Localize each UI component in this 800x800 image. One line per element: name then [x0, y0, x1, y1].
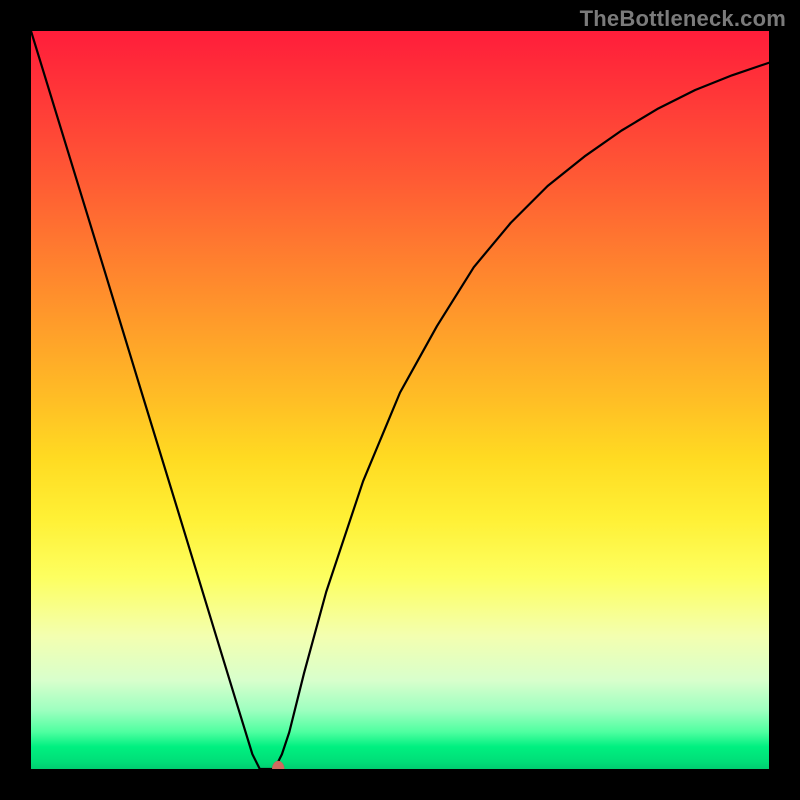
chart-frame: TheBottleneck.com	[0, 0, 800, 800]
plot-area	[31, 31, 769, 769]
watermark-text: TheBottleneck.com	[580, 6, 786, 32]
optimum-marker	[31, 31, 769, 769]
